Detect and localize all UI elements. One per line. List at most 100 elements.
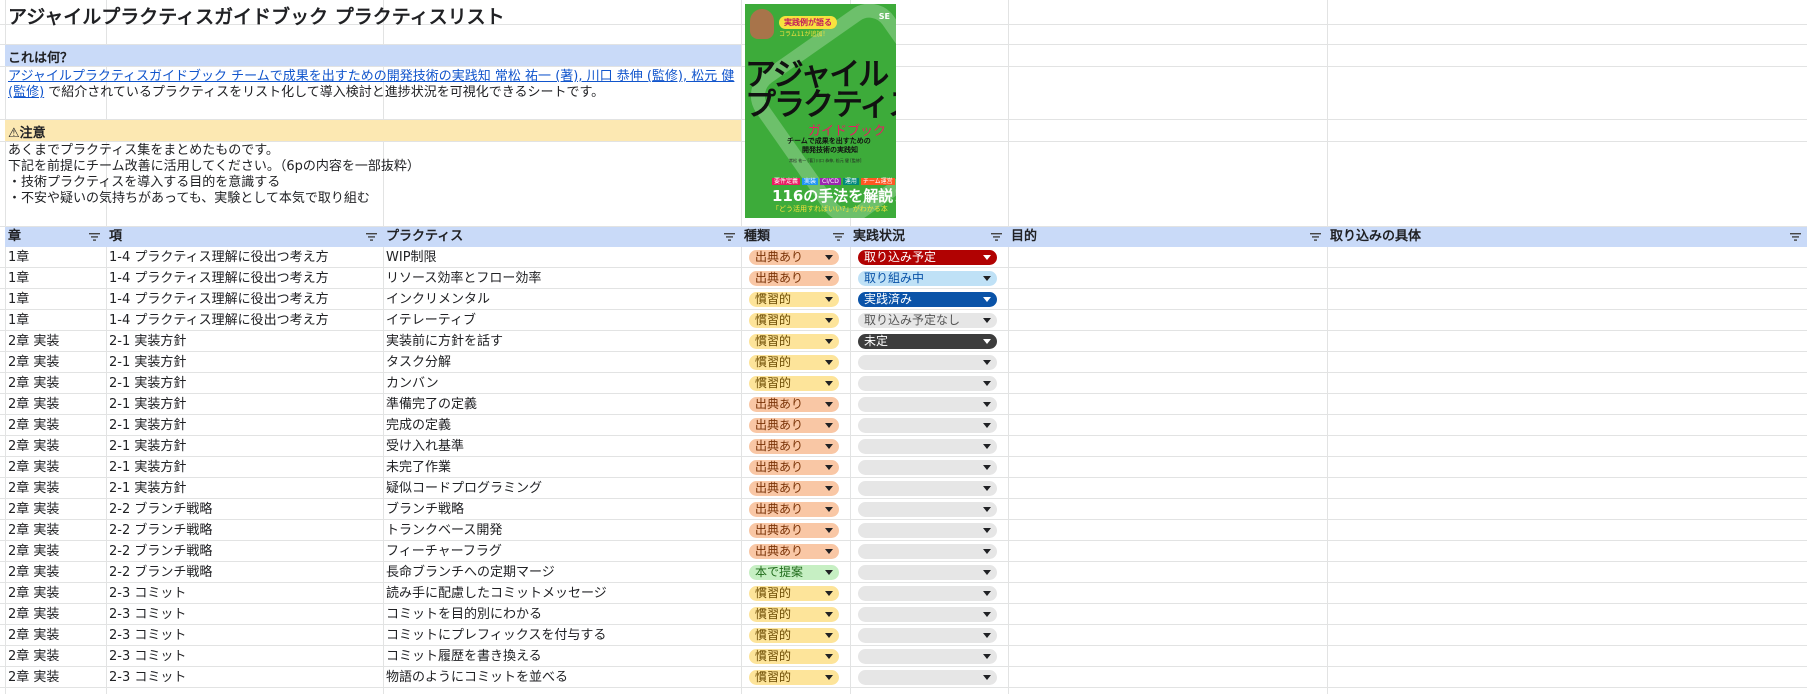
- cell-chapter[interactable]: 2章 実装: [5, 478, 106, 499]
- kind-dropdown-chip[interactable]: 慣習的: [749, 649, 839, 664]
- cell-practice[interactable]: コミット履歴を書き換える: [383, 646, 741, 667]
- cell-purpose[interactable]: [1008, 478, 1327, 499]
- filter-icon[interactable]: [1310, 233, 1321, 241]
- kind-dropdown-chip[interactable]: 出典あり: [749, 502, 839, 517]
- cell-purpose[interactable]: [1008, 520, 1327, 541]
- cell-details[interactable]: [1327, 352, 1807, 373]
- cell-chapter[interactable]: 2章 実装: [5, 499, 106, 520]
- status-dropdown-chip[interactable]: [858, 439, 997, 454]
- kind-dropdown-chip[interactable]: 慣習的: [749, 586, 839, 601]
- status-dropdown-chip[interactable]: 実践済み: [858, 292, 997, 307]
- cell-purpose[interactable]: [1008, 562, 1327, 583]
- col-header-purpose[interactable]: 目的: [1008, 227, 1327, 247]
- cell-purpose[interactable]: [1008, 667, 1327, 688]
- cell-details[interactable]: [1327, 289, 1807, 310]
- kind-dropdown-chip[interactable]: 出典あり: [749, 544, 839, 559]
- cell-purpose[interactable]: [1008, 583, 1327, 604]
- cell-section[interactable]: 2-3 コミット: [106, 604, 383, 625]
- cell-practice[interactable]: 長命ブランチへの定期マージ: [383, 562, 741, 583]
- cell-purpose[interactable]: [1008, 541, 1327, 562]
- kind-dropdown-chip[interactable]: 出典あり: [749, 271, 839, 286]
- cell-practice[interactable]: トランクベース開発: [383, 520, 741, 541]
- cell-purpose[interactable]: [1008, 436, 1327, 457]
- cell-practice[interactable]: WIP制限: [383, 247, 741, 268]
- cell-chapter[interactable]: 2章 実装: [5, 436, 106, 457]
- cell-practice[interactable]: 受け入れ基準: [383, 436, 741, 457]
- cell-practice[interactable]: タスク分解: [383, 352, 741, 373]
- filter-icon[interactable]: [366, 233, 377, 241]
- cell-section[interactable]: 1-4 プラクティス理解に役出つ考え方: [106, 310, 383, 331]
- cell-purpose[interactable]: [1008, 289, 1327, 310]
- cell-practice[interactable]: 未完了作業: [383, 457, 741, 478]
- kind-dropdown-chip[interactable]: 出典あり: [749, 523, 839, 538]
- status-dropdown-chip[interactable]: [858, 502, 997, 517]
- cell-chapter[interactable]: 2章 実装: [5, 667, 106, 688]
- status-dropdown-chip[interactable]: [858, 481, 997, 496]
- cell-practice[interactable]: コミットにプレフィックスを付与する: [383, 625, 741, 646]
- status-dropdown-chip[interactable]: [858, 418, 997, 433]
- cell-chapter[interactable]: 2章 実装: [5, 520, 106, 541]
- cell-section[interactable]: 2-1 実装方針: [106, 478, 383, 499]
- cell-practice[interactable]: フィーチャーフラグ: [383, 541, 741, 562]
- cell-purpose[interactable]: [1008, 394, 1327, 415]
- cell-details[interactable]: [1327, 646, 1807, 667]
- cell-chapter[interactable]: 2章 実装: [5, 331, 106, 352]
- cell-chapter[interactable]: 2章 実装: [5, 625, 106, 646]
- kind-dropdown-chip[interactable]: 慣習的: [749, 292, 839, 307]
- status-dropdown-chip[interactable]: [858, 607, 997, 622]
- cell-section[interactable]: 1-4 プラクティス理解に役出つ考え方: [106, 247, 383, 268]
- cell-purpose[interactable]: [1008, 457, 1327, 478]
- status-dropdown-chip[interactable]: [858, 544, 997, 559]
- col-header-details[interactable]: 取り込みの具体: [1327, 227, 1807, 247]
- status-dropdown-chip[interactable]: [858, 460, 997, 475]
- status-dropdown-chip[interactable]: [858, 628, 997, 643]
- cell-chapter[interactable]: 2章 実装: [5, 373, 106, 394]
- cell-practice[interactable]: カンバン: [383, 373, 741, 394]
- status-dropdown-chip[interactable]: 取り込み予定: [858, 250, 997, 265]
- cell-purpose[interactable]: [1008, 352, 1327, 373]
- cell-details[interactable]: [1327, 394, 1807, 415]
- cell-chapter[interactable]: 2章 実装: [5, 415, 106, 436]
- kind-dropdown-chip[interactable]: 出典あり: [749, 250, 839, 265]
- status-dropdown-chip[interactable]: [858, 565, 997, 580]
- cell-section[interactable]: 2-2 ブランチ戦略: [106, 499, 383, 520]
- cell-section[interactable]: 2-1 実装方針: [106, 457, 383, 478]
- cell-section[interactable]: 2-1 実装方針: [106, 352, 383, 373]
- cell-practice[interactable]: イテレーティブ: [383, 310, 741, 331]
- kind-dropdown-chip[interactable]: 出典あり: [749, 460, 839, 475]
- kind-dropdown-chip[interactable]: 出典あり: [749, 418, 839, 433]
- kind-dropdown-chip[interactable]: 慣習的: [749, 607, 839, 622]
- cell-purpose[interactable]: [1008, 604, 1327, 625]
- cell-section[interactable]: 2-1 実装方針: [106, 394, 383, 415]
- kind-dropdown-chip[interactable]: 慣習的: [749, 355, 839, 370]
- cell-practice[interactable]: インクリメンタル: [383, 289, 741, 310]
- cell-purpose[interactable]: [1008, 625, 1327, 646]
- kind-dropdown-chip[interactable]: 慣習的: [749, 313, 839, 328]
- cell-section[interactable]: 2-1 実装方針: [106, 331, 383, 352]
- cell-section[interactable]: 2-3 コミット: [106, 625, 383, 646]
- cell-practice[interactable]: 準備完了の定義: [383, 394, 741, 415]
- cell-details[interactable]: [1327, 436, 1807, 457]
- cell-practice[interactable]: 物語のようにコミットを並べる: [383, 667, 741, 688]
- cell-details[interactable]: [1327, 268, 1807, 289]
- cell-details[interactable]: [1327, 373, 1807, 394]
- status-dropdown-chip[interactable]: [858, 355, 997, 370]
- cell-practice[interactable]: 完成の定義: [383, 415, 741, 436]
- cell-chapter[interactable]: 1章: [5, 268, 106, 289]
- cell-chapter[interactable]: 2章 実装: [5, 562, 106, 583]
- cell-details[interactable]: [1327, 478, 1807, 499]
- cell-section[interactable]: 2-3 コミット: [106, 646, 383, 667]
- status-dropdown-chip[interactable]: 未定: [858, 334, 997, 349]
- kind-dropdown-chip[interactable]: 慣習的: [749, 334, 839, 349]
- cell-practice[interactable]: 疑似コードプログラミング: [383, 478, 741, 499]
- status-dropdown-chip[interactable]: [858, 523, 997, 538]
- cell-chapter[interactable]: 1章: [5, 289, 106, 310]
- cell-purpose[interactable]: [1008, 415, 1327, 436]
- cell-purpose[interactable]: [1008, 499, 1327, 520]
- cell-purpose[interactable]: [1008, 268, 1327, 289]
- filter-icon[interactable]: [833, 233, 844, 241]
- cell-chapter[interactable]: 1章: [5, 310, 106, 331]
- filter-icon[interactable]: [724, 233, 735, 241]
- status-dropdown-chip[interactable]: 取り組み中: [858, 271, 997, 286]
- kind-dropdown-chip[interactable]: 慣習的: [749, 628, 839, 643]
